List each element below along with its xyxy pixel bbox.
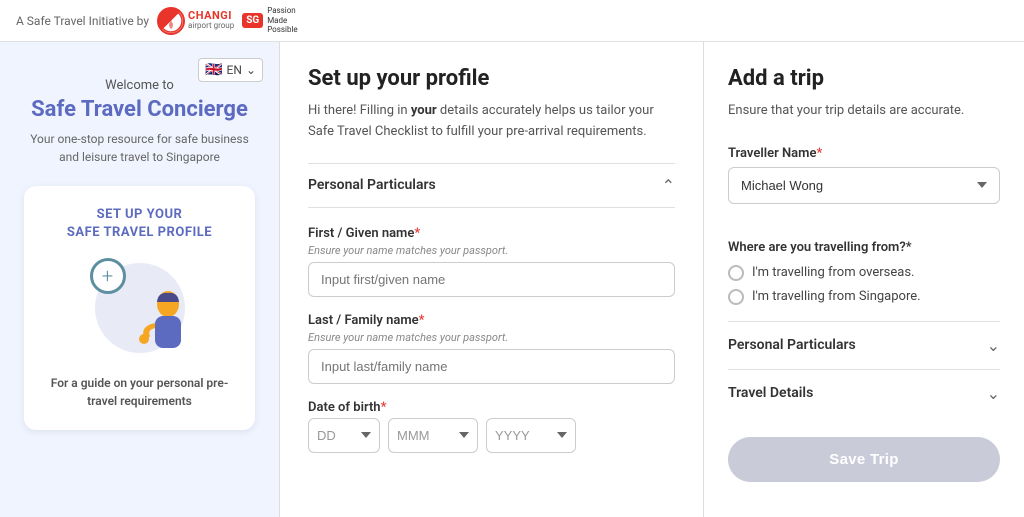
dob-label: Date of birth* bbox=[308, 400, 675, 415]
chevron-down-icon-travel: ⌄ bbox=[987, 384, 1000, 403]
right-panel-desc: Ensure that your trip details are accura… bbox=[728, 101, 1000, 122]
radio-overseas-circle bbox=[728, 265, 744, 281]
travelling-from-group: Where are you travelling from?* I'm trav… bbox=[728, 240, 1000, 305]
left-panel: 🇬🇧 EN ⌄ Welcome to Safe Travel Concierge… bbox=[0, 42, 280, 517]
changi-sub: airport group bbox=[188, 22, 234, 31]
right-panel: Add a trip Ensure that your trip details… bbox=[704, 42, 1024, 517]
dob-row: DD MMM YYYY bbox=[308, 418, 675, 453]
mid-panel-desc: Hi there! Filling in your details accura… bbox=[308, 101, 675, 143]
radio-overseas[interactable]: I'm travelling from overseas. bbox=[728, 265, 1000, 281]
last-name-required: * bbox=[419, 313, 425, 328]
dob-day-select[interactable]: DD bbox=[308, 418, 380, 453]
travel-details-collapsible[interactable]: Travel Details ⌄ bbox=[728, 369, 1000, 417]
personal-particulars-header[interactable]: Personal Particulars ⌃ bbox=[308, 163, 675, 208]
last-name-hint: Ensure your name matches your passport. bbox=[308, 331, 675, 344]
passion-text: PassionMadePossible bbox=[267, 6, 297, 35]
dob-required: * bbox=[381, 400, 387, 415]
right-panel-title: Add a trip bbox=[728, 66, 1000, 91]
traveller-required: * bbox=[816, 146, 822, 161]
language-selector[interactable]: 🇬🇧 EN ⌄ bbox=[198, 58, 263, 82]
changi-logo: CHANGI airport group bbox=[157, 7, 234, 35]
profile-illustration: + bbox=[90, 258, 190, 358]
save-trip-button[interactable]: Save Trip bbox=[728, 437, 1000, 482]
profile-card-title: SET UP YOURSAFE TRAVEL PROFILE bbox=[40, 206, 239, 242]
radio-overseas-label: I'm travelling from overseas. bbox=[752, 265, 914, 280]
person-illustration bbox=[130, 288, 190, 358]
profile-card[interactable]: SET UP YOURSAFE TRAVEL PROFILE + bbox=[24, 186, 255, 430]
top-bar: A Safe Travel Initiative by CHANGI airpo… bbox=[0, 0, 1024, 42]
plus-icon: + bbox=[90, 258, 126, 294]
last-name-group: Last / Family name* Ensure your name mat… bbox=[308, 313, 675, 384]
first-name-required: * bbox=[414, 226, 420, 241]
traveller-name-group: Traveller Name* Michael Wong bbox=[728, 146, 1000, 224]
travelling-from-label: Where are you travelling from?* bbox=[728, 240, 1000, 255]
chevron-down-icon-particulars: ⌄ bbox=[987, 336, 1000, 355]
personal-particulars-collapsible[interactable]: Personal Particulars ⌄ bbox=[728, 321, 1000, 369]
radio-singapore-label: I'm travelling from Singapore. bbox=[752, 289, 921, 304]
lang-label: EN bbox=[227, 63, 242, 77]
initiative-text: A Safe Travel Initiative by bbox=[16, 14, 149, 28]
desc-bold: your bbox=[411, 103, 437, 118]
mid-panel-title: Set up your profile bbox=[308, 66, 675, 91]
app-title: Safe Travel Concierge bbox=[31, 97, 248, 122]
first-name-hint: Ensure your name matches your passport. bbox=[308, 244, 675, 257]
first-name-input[interactable] bbox=[308, 262, 675, 297]
traveller-name-select[interactable]: Michael Wong bbox=[728, 167, 1000, 204]
dob-year-select[interactable]: YYYY bbox=[486, 418, 576, 453]
first-name-group: First / Given name* Ensure your name mat… bbox=[308, 226, 675, 297]
main-layout: 🇬🇧 EN ⌄ Welcome to Safe Travel Concierge… bbox=[0, 42, 1024, 517]
dob-group: Date of birth* DD MMM YYYY bbox=[308, 400, 675, 453]
desc-plain: Hi there! Filling in bbox=[308, 103, 411, 118]
first-name-label: First / Given name* bbox=[308, 226, 675, 241]
app-subtitle: Your one-stop resource for safe business… bbox=[24, 130, 255, 166]
traveller-name-label: Traveller Name* bbox=[728, 146, 1000, 161]
flag-icon: 🇬🇧 bbox=[205, 62, 222, 78]
radio-singapore[interactable]: I'm travelling from Singapore. bbox=[728, 289, 1000, 305]
mid-panel: Set up your profile Hi there! Filling in… bbox=[280, 42, 704, 517]
changi-logo-circle bbox=[157, 7, 185, 35]
sg-badge: SG bbox=[242, 13, 263, 28]
profile-card-desc: For a guide on your personal pre-travel … bbox=[40, 374, 239, 410]
chevron-up-icon: ⌃ bbox=[662, 176, 675, 195]
section-header-title: Personal Particulars bbox=[308, 177, 436, 193]
lang-chevron-icon: ⌄ bbox=[246, 63, 256, 77]
dob-month-select[interactable]: MMM bbox=[388, 418, 478, 453]
sg-text: SG bbox=[246, 15, 259, 26]
welcome-text: Welcome to bbox=[105, 78, 174, 93]
last-name-label: Last / Family name* bbox=[308, 313, 675, 328]
travel-details-collapsible-title: Travel Details bbox=[728, 385, 813, 401]
last-name-input[interactable] bbox=[308, 349, 675, 384]
radio-singapore-circle bbox=[728, 289, 744, 305]
travelling-from-required: * bbox=[906, 240, 912, 255]
personal-particulars-collapsible-title: Personal Particulars bbox=[728, 337, 856, 353]
passion-logo: SG PassionMadePossible bbox=[242, 6, 297, 35]
